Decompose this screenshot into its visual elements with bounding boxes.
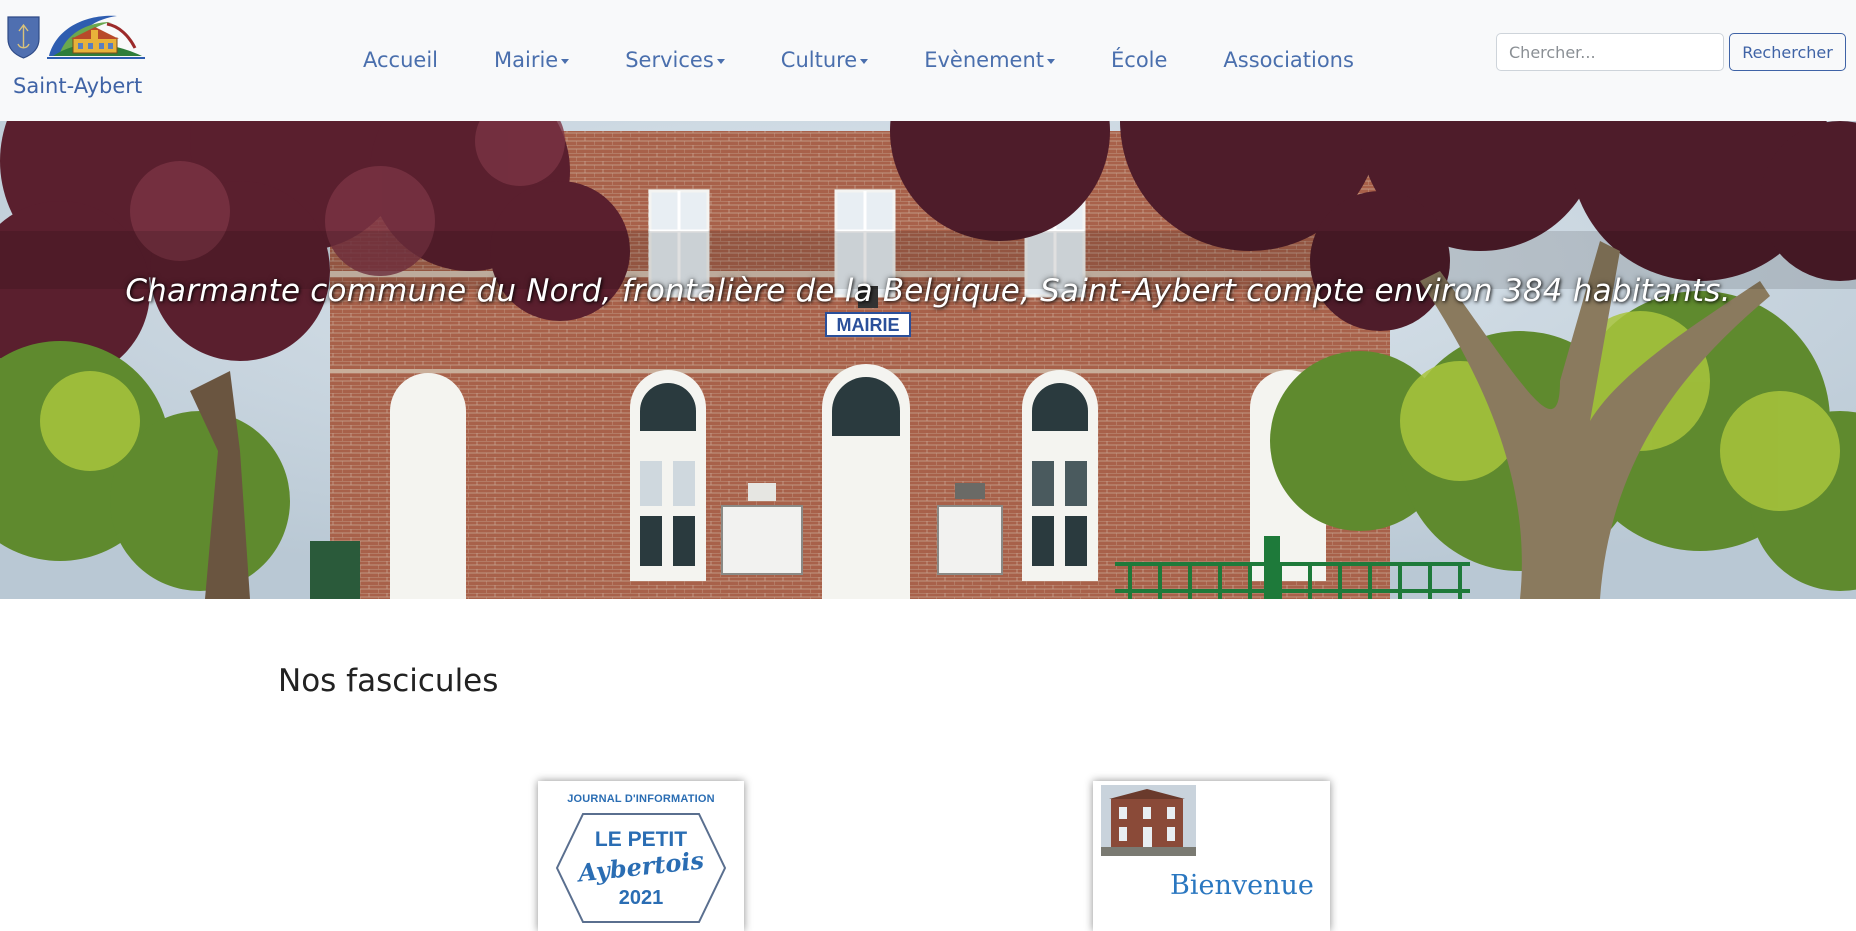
caret-down-icon bbox=[860, 58, 869, 64]
caret-down-icon bbox=[561, 58, 570, 64]
nav-label: Services bbox=[625, 48, 714, 72]
nav-item-evenement[interactable]: Evènement bbox=[924, 48, 1055, 72]
brand-link[interactable]: Saint-Aybert bbox=[7, 12, 147, 98]
nav-label: Mairie bbox=[494, 48, 559, 72]
nav-label: Culture bbox=[780, 48, 858, 72]
fascicule-card-bienvenue[interactable]: Bienvenue bbox=[1093, 781, 1330, 931]
card-title: Bienvenue bbox=[1170, 870, 1314, 901]
nav-item-accueil[interactable]: Accueil bbox=[363, 48, 438, 72]
nav-item-culture[interactable]: Culture bbox=[780, 48, 869, 72]
section-title: Nos fascicules bbox=[278, 663, 499, 699]
nav-label: École bbox=[1111, 48, 1168, 72]
hero-banner: MAIRIE Charmante commune du Nord, fronta… bbox=[0, 121, 1856, 599]
commune-logo-icon bbox=[7, 15, 145, 59]
navbar: Saint-Aybert Accueil Mairie Services Cul… bbox=[0, 0, 1856, 121]
town-hall-thumbnail bbox=[1101, 785, 1196, 856]
main-menu: Accueil Mairie Services Culture Evènemen… bbox=[363, 44, 1354, 76]
nav-label: Associations bbox=[1223, 48, 1354, 72]
nav-item-associations[interactable]: Associations bbox=[1223, 48, 1354, 72]
nav-label: Accueil bbox=[363, 48, 438, 72]
card-kicker: JOURNAL D'INFORMATION bbox=[567, 793, 715, 805]
hero-tagline: Charmante commune du Nord, frontalière d… bbox=[125, 273, 1731, 309]
nav-label: Evènement bbox=[924, 48, 1044, 72]
search-button[interactable]: Rechercher bbox=[1729, 33, 1846, 71]
nav-item-mairie[interactable]: Mairie bbox=[494, 48, 570, 72]
nav-item-services[interactable]: Services bbox=[625, 48, 725, 72]
mairie-sign: MAIRIE bbox=[837, 315, 900, 335]
search-input[interactable] bbox=[1496, 33, 1724, 71]
card-line3: 2021 bbox=[618, 887, 664, 909]
caret-down-icon bbox=[1047, 58, 1055, 64]
nav-item-ecole[interactable]: École bbox=[1111, 48, 1167, 72]
fascicule-card-journal[interactable]: JOURNAL D'INFORMATION LE PETIT Aybertois… bbox=[538, 781, 744, 931]
site-name: Saint-Aybert bbox=[13, 74, 143, 98]
caret-down-icon bbox=[716, 58, 725, 64]
town-hall-photo: MAIRIE bbox=[0, 121, 1856, 599]
